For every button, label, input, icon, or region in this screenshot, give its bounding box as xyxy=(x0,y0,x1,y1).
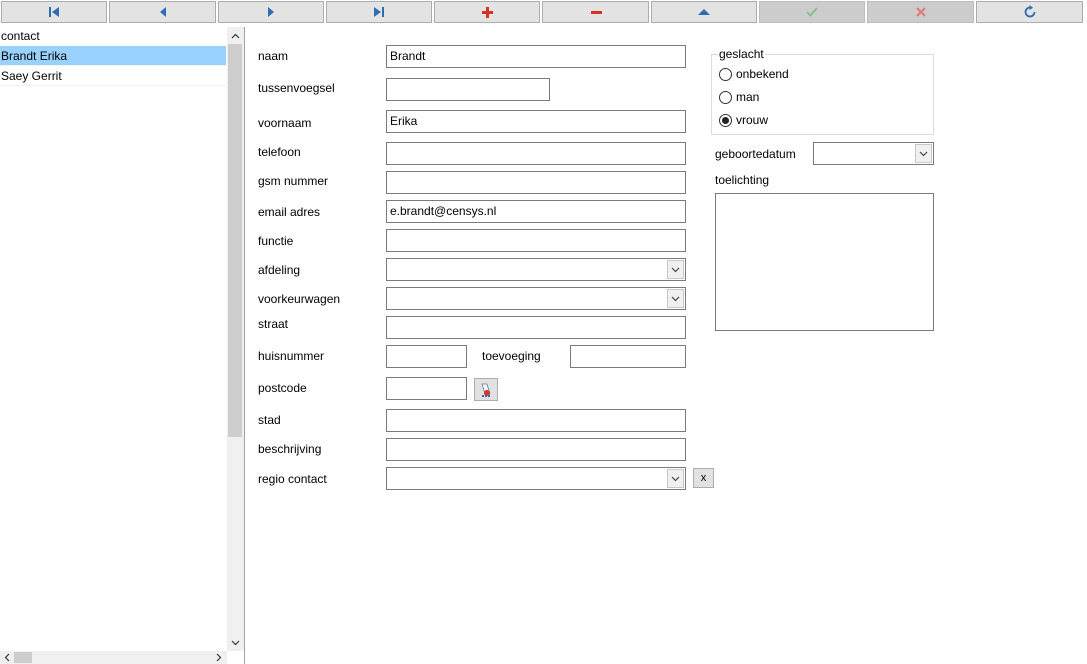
list-item[interactable]: Brandt Erika xyxy=(0,46,226,66)
toelichting-label: toelichting xyxy=(715,173,770,187)
beschrijving-label: beschrijving xyxy=(258,442,322,456)
chevron-left-icon xyxy=(4,653,9,662)
edit-up-button[interactable] xyxy=(651,1,757,23)
address-lookup-icon xyxy=(481,383,491,397)
radio-label: vrouw xyxy=(736,113,769,127)
chevron-right-icon xyxy=(216,653,221,662)
chevron-down-icon xyxy=(919,151,928,156)
voornaam-field[interactable]: Erika xyxy=(386,110,686,133)
refresh-icon xyxy=(1024,5,1035,18)
toevoeging-label: toevoeging xyxy=(482,349,541,363)
postcode-label: postcode xyxy=(258,381,307,395)
tussenvoegsel-label: tussenvoegsel xyxy=(258,81,335,95)
telefoon-field[interactable] xyxy=(386,142,686,165)
previous-record-button[interactable] xyxy=(109,1,216,23)
vertical-scrollbar[interactable] xyxy=(227,27,244,651)
voorkeurwagen-label: voorkeurwagen xyxy=(258,292,341,306)
last-record-button[interactable] xyxy=(326,1,432,23)
telefoon-label: telefoon xyxy=(258,145,301,159)
huisnummer-field[interactable] xyxy=(386,345,467,368)
email-field[interactable]: e.brandt@censys.nl xyxy=(386,200,686,223)
horizontal-scroll-thumb[interactable] xyxy=(14,652,32,663)
naam-field[interactable]: Brandt xyxy=(386,45,686,68)
stad-field[interactable] xyxy=(386,409,686,432)
regio-contact-dropdown-button[interactable] xyxy=(667,469,684,488)
horizontal-scrollbar[interactable] xyxy=(0,651,227,664)
confirm-button[interactable] xyxy=(759,1,865,23)
regio-contact-label: regio contact xyxy=(258,472,327,486)
radio-man[interactable]: man xyxy=(719,90,759,104)
afdeling-dropdown[interactable] xyxy=(386,258,686,281)
chevron-down-icon xyxy=(231,640,240,645)
voorkeurwagen-dropdown[interactable] xyxy=(386,287,686,310)
geboortedatum-dropdown-button[interactable] xyxy=(915,144,932,163)
next-record-icon xyxy=(268,7,274,17)
previous-record-icon xyxy=(159,7,166,17)
list-item[interactable]: Saey Gerrit xyxy=(0,66,226,86)
chevron-up-icon xyxy=(231,33,240,38)
list-header: contact xyxy=(1,29,40,43)
radio-circle[interactable] xyxy=(719,90,732,104)
naam-label: naam xyxy=(258,49,289,63)
next-record-button[interactable] xyxy=(218,1,324,23)
radio-circle-selected[interactable] xyxy=(719,113,732,127)
radio-vrouw[interactable]: vrouw xyxy=(719,113,768,127)
contact-list-panel: contact Brandt Erika Saey Gerrit xyxy=(0,27,245,664)
chevron-down-icon xyxy=(671,476,680,481)
radio-label: man xyxy=(736,90,760,104)
geboortedatum-picker[interactable] xyxy=(813,142,934,165)
refresh-button[interactable] xyxy=(976,1,1083,23)
radio-onbekend[interactable]: onbekend xyxy=(719,67,789,81)
scroll-left-arrow[interactable] xyxy=(0,651,13,664)
geslacht-title: geslacht xyxy=(718,47,765,61)
confirm-icon xyxy=(806,7,818,17)
straat-field[interactable] xyxy=(386,316,686,339)
regio-contact-dropdown[interactable] xyxy=(386,467,686,490)
add-record-button[interactable] xyxy=(434,1,540,23)
gsm-field[interactable] xyxy=(386,171,686,194)
first-record-icon xyxy=(49,7,59,17)
vertical-scroll-thumb[interactable] xyxy=(228,44,242,437)
email-label: email adres xyxy=(258,205,321,219)
record-toolbar xyxy=(0,0,1087,24)
voornaam-label: voornaam xyxy=(258,116,312,130)
voorkeurwagen-dropdown-button[interactable] xyxy=(667,289,684,308)
scroll-up-arrow[interactable] xyxy=(227,27,244,44)
huisnummer-label: huisnummer xyxy=(258,349,325,363)
toevoeging-field[interactable] xyxy=(570,345,686,368)
afdeling-label: afdeling xyxy=(258,263,301,277)
add-icon xyxy=(482,7,493,18)
tussenvoegsel-field[interactable] xyxy=(386,78,550,101)
chevron-down-icon xyxy=(671,296,680,301)
up-icon xyxy=(698,9,710,15)
cancel-icon xyxy=(915,7,926,17)
radio-circle[interactable] xyxy=(719,67,732,81)
beschrijving-field[interactable] xyxy=(386,438,686,461)
scroll-right-arrow[interactable] xyxy=(212,651,225,664)
functie-field[interactable] xyxy=(386,229,686,252)
last-record-icon xyxy=(374,7,384,17)
functie-label: functie xyxy=(258,234,294,248)
afdeling-dropdown-button[interactable] xyxy=(667,260,684,279)
postcode-lookup-button[interactable] xyxy=(474,378,498,401)
postcode-field[interactable] xyxy=(386,377,467,400)
stad-label: stad xyxy=(258,413,281,427)
geboortedatum-label: geboortedatum xyxy=(715,147,796,161)
scroll-down-arrow[interactable] xyxy=(227,634,244,651)
delete-icon xyxy=(590,11,602,14)
straat-label: straat xyxy=(258,317,289,331)
chevron-down-icon xyxy=(671,267,680,272)
radio-label: onbekend xyxy=(736,67,789,81)
gsm-label: gsm nummer xyxy=(258,174,329,188)
delete-record-button[interactable] xyxy=(542,1,649,23)
cancel-button[interactable] xyxy=(867,1,974,23)
toelichting-textarea[interactable] xyxy=(715,193,934,331)
clear-regio-button[interactable]: x xyxy=(693,468,714,488)
first-record-button[interactable] xyxy=(1,1,107,23)
